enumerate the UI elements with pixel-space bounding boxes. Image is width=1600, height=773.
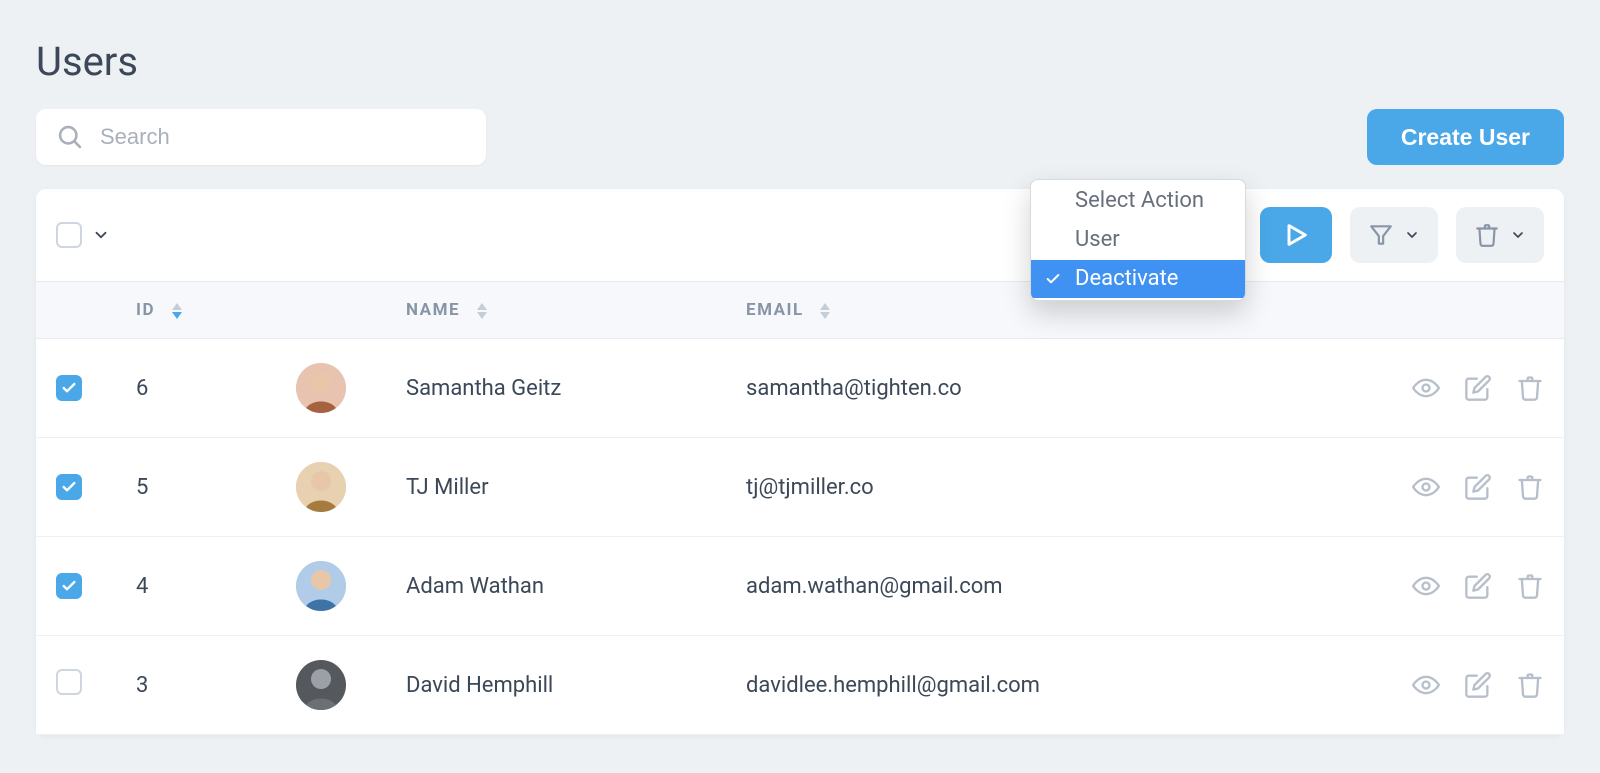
row-id: 5 [136,475,296,500]
avatar [296,660,346,710]
search-icon [56,123,84,151]
chevron-down-icon [1404,227,1420,243]
avatar [296,561,346,611]
edit-icon[interactable] [1464,671,1492,699]
view-icon[interactable] [1412,671,1440,699]
column-header-name[interactable]: NAME [406,300,746,320]
view-icon[interactable] [1412,473,1440,501]
create-user-button[interactable]: Create User [1367,109,1564,165]
delete-icon[interactable] [1516,671,1544,699]
delete-icon[interactable] [1516,374,1544,402]
column-header-id[interactable]: ID [136,300,296,320]
chevron-down-icon [1510,227,1526,243]
delete-button[interactable] [1456,207,1544,263]
row-email: adam.wathan@gmail.com [746,574,1364,599]
row-checkbox[interactable] [56,669,82,695]
sort-icon [476,303,488,319]
action-dropdown[interactable]: Select Action User Deactivate [1030,179,1246,301]
action-dropdown-item-deactivate[interactable]: Deactivate [1031,260,1245,299]
select-all-checkbox[interactable] [56,222,82,248]
avatar [296,363,346,413]
row-id: 6 [136,376,296,401]
row-id: 3 [136,673,296,698]
select-all-dropdown-toggle[interactable] [92,226,110,244]
edit-icon[interactable] [1464,572,1492,600]
row-checkbox[interactable] [56,375,82,401]
sort-icon [819,303,831,319]
row-name[interactable]: TJ Miller [406,475,746,500]
action-dropdown-placeholder: Select Action [1031,182,1245,221]
table-row: 3 David Hemphill davidlee.hemphill@gmail… [36,636,1564,735]
view-icon[interactable] [1412,374,1440,402]
action-dropdown-item-label: Deactivate [1075,266,1178,291]
table-row: 6 Samantha Geitz samantha@tighten.co [36,339,1564,438]
edit-icon[interactable] [1464,374,1492,402]
row-id: 4 [136,574,296,599]
row-email: tj@tjmiller.co [746,475,1364,500]
row-name[interactable]: David Hemphill [406,673,746,698]
view-icon[interactable] [1412,572,1440,600]
column-header-email[interactable]: EMAIL [746,300,1364,320]
trash-icon [1474,222,1500,248]
table-row: 5 TJ Miller tj@tjmiller.co [36,438,1564,537]
delete-icon[interactable] [1516,572,1544,600]
row-name[interactable]: Adam Wathan [406,574,746,599]
filter-icon [1368,222,1394,248]
avatar [296,462,346,512]
row-email: davidlee.hemphill@gmail.com [746,673,1364,698]
search-input[interactable] [36,109,486,165]
table-row: 4 Adam Wathan adam.wathan@gmail.com [36,537,1564,636]
row-name[interactable]: Samantha Geitz [406,376,746,401]
row-email: samantha@tighten.co [746,376,1364,401]
row-checkbox[interactable] [56,573,82,599]
filter-button[interactable] [1350,207,1438,263]
edit-icon[interactable] [1464,473,1492,501]
check-icon [1045,271,1061,287]
run-action-button[interactable] [1260,207,1332,263]
row-checkbox[interactable] [56,474,82,500]
search-field[interactable] [36,109,486,165]
sort-icon [171,303,183,319]
play-icon [1282,221,1310,249]
delete-icon[interactable] [1516,473,1544,501]
action-dropdown-group: User [1031,221,1245,260]
page-title: Users [36,38,1564,85]
